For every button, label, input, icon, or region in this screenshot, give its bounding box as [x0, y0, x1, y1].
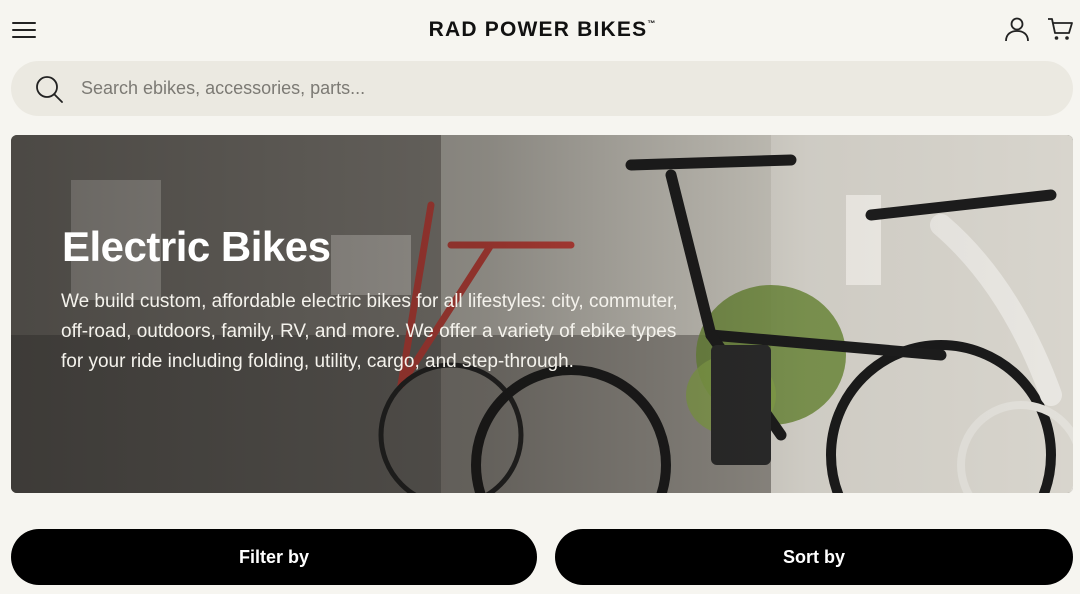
search-input[interactable] — [81, 61, 1041, 116]
hero-banner: Electric Bikes We build custom, affordab… — [11, 135, 1073, 493]
brand-logo[interactable]: RAD POWER BIKES™ — [0, 18, 1080, 42]
brand-trademark: ™ — [647, 19, 656, 28]
site-header: RAD POWER BIKES™ — [0, 0, 1080, 60]
hero-title: Electric Bikes — [62, 223, 331, 270]
hero-description: We build custom, affordable electric bik… — [61, 291, 678, 372]
cart-icon[interactable] — [1046, 15, 1074, 43]
sort-button[interactable]: Sort by — [555, 529, 1073, 585]
brand-name: RAD POWER BIKES — [428, 18, 648, 41]
filter-button[interactable]: Filter by — [11, 529, 537, 585]
account-icon[interactable] — [1003, 15, 1031, 43]
search-bar[interactable] — [11, 61, 1073, 116]
search-icon — [36, 76, 63, 103]
